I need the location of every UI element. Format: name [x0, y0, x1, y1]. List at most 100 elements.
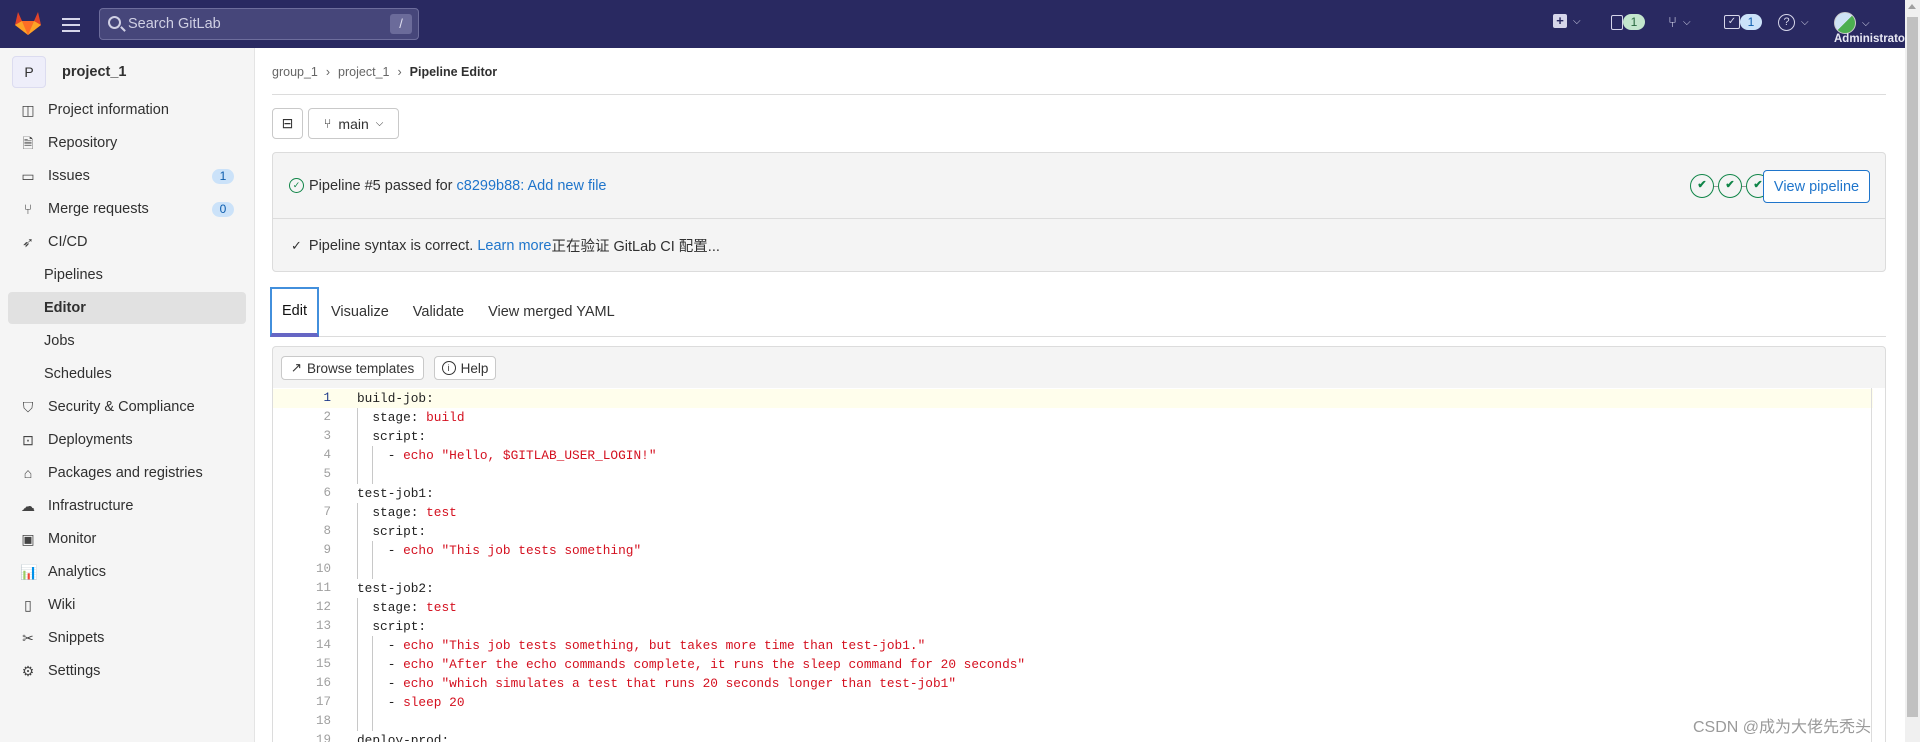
sidebar-item-issues[interactable]: ▭ Issues 1: [8, 160, 246, 192]
tab-validate[interactable]: Validate: [401, 287, 476, 337]
learn-more-link[interactable]: Learn more: [477, 238, 551, 254]
code-line: 18: [273, 712, 1873, 731]
code-line: 15 - echo "After the echo commands compl…: [273, 655, 1873, 674]
todos-button[interactable]: ✓ 1: [1724, 14, 1762, 30]
editor-tabs: Edit Visualize Validate View merged YAML: [270, 287, 1886, 337]
question-icon: ?: [1778, 14, 1795, 31]
editor-toolbar: ↗ Browse templates i Help: [272, 346, 1886, 388]
code-line: 1 build-job:: [273, 389, 1873, 408]
code-line: 8 script:: [273, 522, 1873, 541]
scroll-up-arrow-icon[interactable]: [1908, 4, 1916, 9]
file-tree-icon: ⊟: [281, 115, 294, 131]
issues-count-badge: 1: [1623, 14, 1645, 30]
sidebar-item-snippets[interactable]: ✂ Snippets: [8, 622, 246, 654]
sidebar-item-label: Deployments: [48, 432, 133, 448]
commit-link[interactable]: c8299b88: Add new file: [457, 178, 607, 194]
user-menu-button[interactable]: ⌵: [1834, 12, 1870, 34]
sidebar-item-merge-requests[interactable]: ⑂ Merge requests 0: [8, 193, 246, 225]
chart-icon: 📊: [20, 564, 38, 580]
watermark: CSDN @成为大佬先秃头: [1693, 719, 1872, 736]
code-line: 5: [273, 465, 1873, 484]
indent-guide: [372, 636, 374, 731]
line-number: 15: [315, 657, 331, 671]
code-editor[interactable]: 1 build-job: 2 stage: build 3 script: 4 - ec…: [272, 388, 1886, 742]
document-icon: 🗎: [22, 135, 34, 151]
create-new-button[interactable]: + ⌵: [1553, 14, 1581, 28]
chevron-down-icon: ⌵: [1573, 15, 1581, 27]
sidebar-item-deployments[interactable]: ⊡ Deployments: [8, 424, 246, 456]
line-number: 7: [323, 505, 331, 519]
indent-guide: [372, 541, 374, 579]
sidebar-item-infrastructure[interactable]: ☁ Infrastructure: [8, 490, 246, 522]
sidebar-item-wiki[interactable]: ▯ Wiki: [8, 589, 246, 621]
code-line: 3 script:: [273, 427, 1873, 446]
shield-icon: ⛉: [22, 399, 34, 415]
file-tree-toggle-button[interactable]: ⊟: [272, 108, 303, 139]
gitlab-logo-icon[interactable]: [14, 10, 42, 36]
pipeline-status-panel: ✓ Pipeline #5 passed for c8299b88: Add n…: [272, 152, 1886, 272]
line-number: 12: [315, 600, 331, 614]
browse-templates-button[interactable]: ↗ Browse templates: [281, 356, 424, 380]
todo-check-icon: ✓: [1724, 15, 1740, 29]
count-badge: 0: [212, 201, 234, 217]
external-link-icon: ↗: [290, 360, 302, 375]
breadcrumb-project[interactable]: project_1: [338, 65, 389, 79]
search-input[interactable]: Search GitLab /: [99, 8, 419, 40]
sidebar-item-label: Project information: [48, 102, 169, 118]
tab-edit[interactable]: Edit: [270, 287, 319, 337]
chevron-down-icon: ⌵: [375, 118, 384, 129]
line-number: 4: [323, 448, 331, 462]
code-line: 16 - echo "which simulates a test that r…: [273, 674, 1873, 693]
stage-passed-icon[interactable]: ✔: [1718, 174, 1742, 198]
line-number: 10: [315, 562, 331, 576]
scissors-icon: ✂: [22, 630, 34, 646]
sidebar-item-settings[interactable]: ⚙ Settings: [8, 655, 246, 687]
view-pipeline-button[interactable]: View pipeline: [1763, 170, 1870, 203]
menu-icon[interactable]: [62, 14, 80, 34]
search-icon: [108, 16, 121, 29]
sidebar-item-label: Packages and registries: [48, 465, 203, 481]
line-number: 9: [323, 543, 331, 557]
stage-passed-icon[interactable]: ✔: [1690, 174, 1714, 198]
todos-count-badge: 1: [1740, 14, 1762, 30]
help-button[interactable]: i Help: [434, 356, 496, 380]
sidebar-item-jobs[interactable]: Jobs: [8, 325, 246, 357]
sidebar-item-label: Security & Compliance: [48, 399, 195, 415]
sidebar-item-security-compliance[interactable]: ⛉ Security & Compliance: [8, 391, 246, 423]
sidebar-item-pipelines[interactable]: Pipelines: [8, 259, 246, 291]
top-navbar: Search GitLab / + ⌵ 1 ⑂ ⌵ ✓ 1 ? ⌵ ⌵ Administ…: [0, 0, 1905, 48]
line-number: 2: [323, 410, 331, 424]
branch-icon: ⑂: [323, 116, 332, 131]
scrollbar-thumb[interactable]: [1907, 17, 1918, 717]
chevron-down-icon: ⌵: [1801, 17, 1809, 28]
sidebar-item-label: Merge requests: [48, 201, 149, 217]
line-number: 1: [323, 391, 331, 405]
sidebar-project[interactable]: P project_1: [12, 56, 126, 88]
chevron-right-icon: ›: [397, 65, 402, 79]
line-number: 13: [315, 619, 331, 633]
sidebar-item-analytics[interactable]: 📊 Analytics: [8, 556, 246, 588]
sidebar-item-repository[interactable]: 🗎 Repository: [8, 127, 246, 159]
code-line: 6 test-job1:: [273, 484, 1873, 503]
branch-selector[interactable]: ⑂ main ⌵: [308, 108, 399, 139]
cloud-gear-icon: ☁: [21, 498, 35, 514]
project-name: project_1: [62, 64, 127, 80]
package-icon: ⌂: [23, 465, 33, 481]
tab-visualize[interactable]: Visualize: [319, 287, 401, 337]
issues-button[interactable]: 1: [1611, 14, 1645, 30]
sidebar-item-packages-and-registries[interactable]: ⌂ Packages and registries: [8, 457, 246, 489]
tab-view-merged-yaml[interactable]: View merged YAML: [476, 287, 627, 337]
sidebar-item-monitor[interactable]: ▣ Monitor: [8, 523, 246, 555]
page-scrollbar[interactable]: [1905, 0, 1920, 742]
sidebar-item-editor[interactable]: Editor: [8, 292, 246, 324]
chevron-down-icon: ⌵: [1683, 17, 1691, 28]
merge-requests-button[interactable]: ⑂ ⌵: [1668, 14, 1691, 31]
breadcrumb-group[interactable]: group_1: [272, 65, 318, 79]
issues-icon: ▭: [21, 168, 35, 184]
sidebar-item-ci-cd[interactable]: ➶ CI/CD: [8, 226, 246, 258]
sidebar-item-schedules[interactable]: Schedules: [8, 358, 246, 390]
help-button[interactable]: ? ⌵: [1778, 14, 1809, 31]
sidebar-item-project-information[interactable]: ◫ Project information: [8, 94, 246, 126]
line-number: 8: [323, 524, 331, 538]
code-line: 12 stage: test: [273, 598, 1873, 617]
